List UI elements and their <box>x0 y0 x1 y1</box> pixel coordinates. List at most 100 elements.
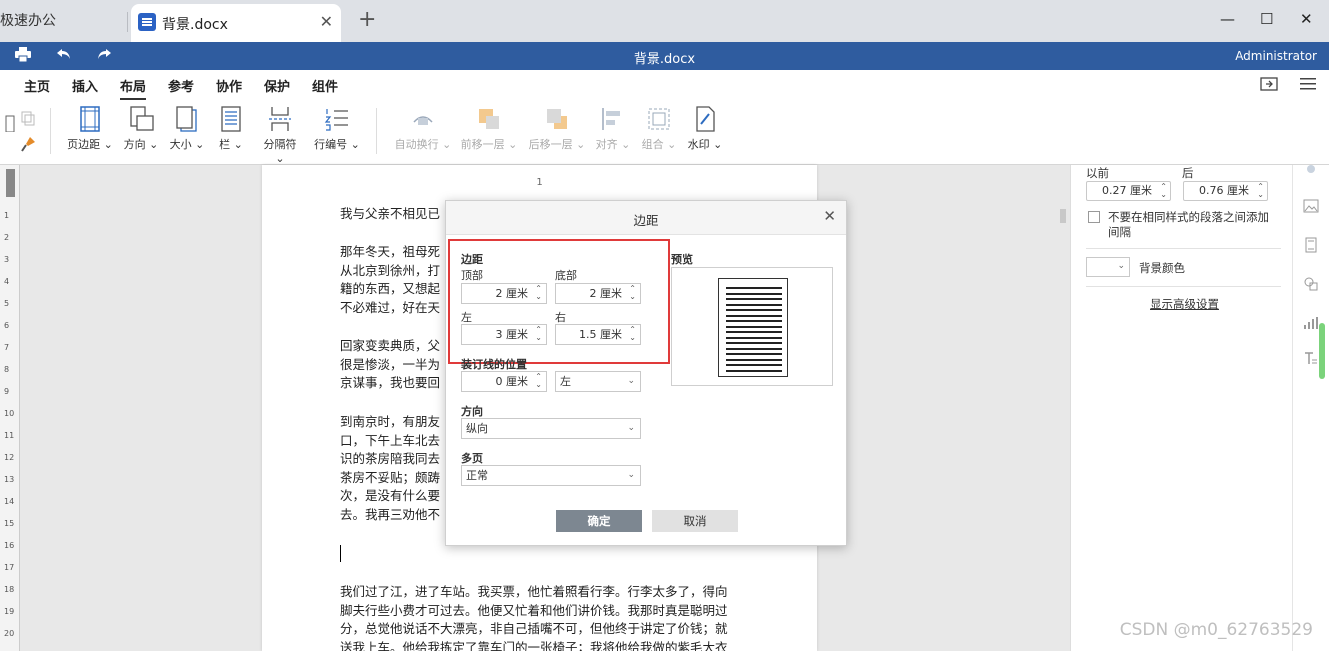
right-sidebar-toolbar <box>1292 165 1329 651</box>
margins-button[interactable]: 页边距 ⌄ <box>66 106 114 161</box>
top-margin-input[interactable]: 2 厘米 ⌃ ⌄ <box>461 283 547 304</box>
document-icon <box>138 13 156 31</box>
bottom-margin-input[interactable]: 2 厘米 ⌃ ⌄ <box>555 283 641 304</box>
ruler-number: 9 <box>4 387 10 396</box>
preview-text-line <box>726 364 782 366</box>
preview-text-line <box>726 358 782 361</box>
paragraph-line: 送我上车。他给我拣定了靠车门的一张椅子；我将他给我做的紫毛大衣 <box>340 639 728 651</box>
ribbon-separator <box>50 108 51 154</box>
open-location-icon[interactable] <box>1260 76 1278 96</box>
window-close-icon[interactable]: ✕ <box>1300 10 1313 28</box>
menu-home[interactable]: 主页 <box>24 76 50 95</box>
new-tab-plus-icon[interactable]: + <box>358 8 376 32</box>
ruler-margin-marker[interactable] <box>6 169 15 197</box>
preview-text-line <box>726 287 782 289</box>
preview-text-line <box>726 309 782 311</box>
hamburger-menu-icon[interactable] <box>1300 76 1316 95</box>
spacing-after-input[interactable]: 0.76 厘米 ⌃ ⌄ <box>1183 181 1268 201</box>
preview-text-line <box>726 331 782 333</box>
send-backward-button[interactable]: 后移一层 ⌄ <box>528 106 586 161</box>
menu-references[interactable]: 参考 <box>168 76 194 95</box>
browser-tab-strip: 极速办公 背景.docx ✕ + — ☐ ✕ <box>0 0 1329 42</box>
bring-forward-button[interactable]: 前移一层 ⌄ <box>460 106 518 161</box>
show-advanced-settings-link[interactable]: 显示高级设置 <box>1150 296 1219 312</box>
preview-text-line <box>726 369 782 372</box>
menu-protect[interactable]: 保护 <box>264 76 290 95</box>
orientation-button[interactable]: 方向 ⌄ <box>122 106 160 161</box>
ruler-number: 10 <box>4 409 15 418</box>
group-button[interactable]: 组合 ⌄ <box>640 106 678 161</box>
ruler-number: 12 <box>4 453 15 462</box>
size-button[interactable]: 大小 ⌄ <box>168 106 206 161</box>
ruler-number: 14 <box>4 497 15 506</box>
dialog-title: 边距 <box>633 213 659 228</box>
menu-insert[interactable]: 插入 <box>72 76 98 95</box>
menu-layout[interactable]: 布局 <box>120 76 147 100</box>
margins-icon <box>80 106 100 132</box>
preview-text-line <box>726 342 782 344</box>
shape-settings-icon[interactable] <box>1303 276 1319 292</box>
watermark-button[interactable]: 水印 ⌄ <box>686 106 724 161</box>
tab-separator <box>127 12 128 32</box>
menu-bar: 主页 插入 布局 参考 协作 保护 组件 <box>0 70 1329 100</box>
settings-icon[interactable] <box>1303 165 1319 181</box>
paragraph-line: 脚夫行些小费才可过去。他便又忙着和他们讲价钱。我那时真是聪明过 <box>340 602 728 618</box>
maximize-icon[interactable]: ☐ <box>1260 10 1273 28</box>
ok-button[interactable]: 确定 <box>556 510 642 532</box>
wrap-text-button[interactable]: 自动换行 ⌄ <box>394 106 452 161</box>
user-name[interactable]: Administrator <box>1235 49 1317 63</box>
document-scrollbar[interactable] <box>1058 165 1070 651</box>
margins-dialog: 边距 ✕ 边距 顶部 底部 2 厘米 ⌃ ⌄ 2 厘米 ⌃ ⌄ 左 右 3 厘米 ⌃ ⌄ 1… <box>445 200 847 546</box>
spacing-after-label: 后 <box>1182 166 1194 180</box>
text-art-icon[interactable] <box>1303 351 1319 367</box>
document-paragraph[interactable]: 我们过了江，进了车站。我买票，他忙着照看行李。行李太多了，得向 脚夫行些小费才可过… <box>340 583 780 651</box>
divider <box>1086 286 1281 287</box>
line-numbers-button[interactable]: 行编号 ⌄ <box>314 106 360 161</box>
ruler-number: 20 <box>4 629 15 638</box>
spacing-before-input[interactable]: 0.27 厘米 ⌃ ⌄ <box>1086 181 1171 201</box>
columns-button[interactable]: 栏 ⌄ <box>216 106 246 161</box>
background-color-picker[interactable]: ⌄ <box>1086 257 1130 277</box>
align-button[interactable]: 对齐 ⌄ <box>594 106 632 161</box>
menu-components[interactable]: 组件 <box>312 76 338 95</box>
no-space-same-style-label: 不要在相同样式的段落之间添加间隔 <box>1108 210 1269 239</box>
preview-text-line <box>726 298 782 300</box>
multiple-pages-label: 多页 <box>461 452 483 465</box>
page-number: 1 <box>536 177 543 188</box>
header-footer-icon[interactable] <box>1303 237 1319 253</box>
sidebar-scroll-indicator[interactable] <box>1319 323 1325 379</box>
chart-settings-icon[interactable] <box>1303 315 1319 331</box>
ruler-number: 3 <box>4 255 10 264</box>
menu-collaborate[interactable]: 协作 <box>216 76 242 95</box>
ruler-number: 19 <box>4 607 15 616</box>
no-space-same-style-checkbox[interactable] <box>1088 211 1100 223</box>
tab-jisu-office[interactable]: 极速办公 <box>0 10 56 30</box>
align-icon <box>602 108 620 130</box>
tab-close-icon[interactable]: ✕ <box>320 12 333 31</box>
paste-icon[interactable] <box>0 106 15 161</box>
orientation-select[interactable]: 纵向 ⌄ <box>461 418 641 439</box>
image-settings-icon[interactable] <box>1303 198 1319 214</box>
vertical-ruler[interactable]: 1 2 3 4 5 6 7 8 9 10 11 12 13 14 15 16 17 18 19 20 <box>0 165 20 651</box>
document-title: 背景.docx <box>633 52 696 67</box>
ruler-number: 8 <box>4 365 10 374</box>
dialog-header[interactable]: 边距 ✕ <box>446 201 846 235</box>
cancel-button[interactable]: 取消 <box>652 510 738 532</box>
right-margin-input[interactable]: 1.5 厘米 ⌃ ⌄ <box>555 324 641 345</box>
multiple-pages-select[interactable]: 正常 ⌄ <box>461 465 641 486</box>
top-margin-label: 顶部 <box>461 269 483 282</box>
tab-document-title: 背景.docx <box>162 17 228 33</box>
ruler-number: 7 <box>4 343 10 352</box>
background-color-label: 背景颜色 <box>1139 261 1185 275</box>
gutter-input[interactable]: 0 厘米 ⌃ ⌄ <box>461 371 547 392</box>
tab-document[interactable]: 背景.docx ✕ <box>131 4 341 42</box>
paragraph-line: 分，总觉他说话不大漂亮，非自己插嘴不可，但他终于讲定了价钱；就 <box>340 621 728 636</box>
minimize-icon[interactable]: — <box>1220 10 1235 28</box>
breaks-button[interactable]: 分隔符 ⌄ <box>258 106 302 165</box>
gutter-side-select[interactable]: 左 ⌄ <box>555 371 641 392</box>
scrollbar-thumb[interactable] <box>1060 209 1066 223</box>
left-margin-input[interactable]: 3 厘米 ⌃ ⌄ <box>461 324 547 345</box>
format-painter-icon[interactable] <box>18 136 38 191</box>
ribbon-separator <box>376 108 377 154</box>
dialog-close-icon[interactable]: ✕ <box>823 207 836 225</box>
